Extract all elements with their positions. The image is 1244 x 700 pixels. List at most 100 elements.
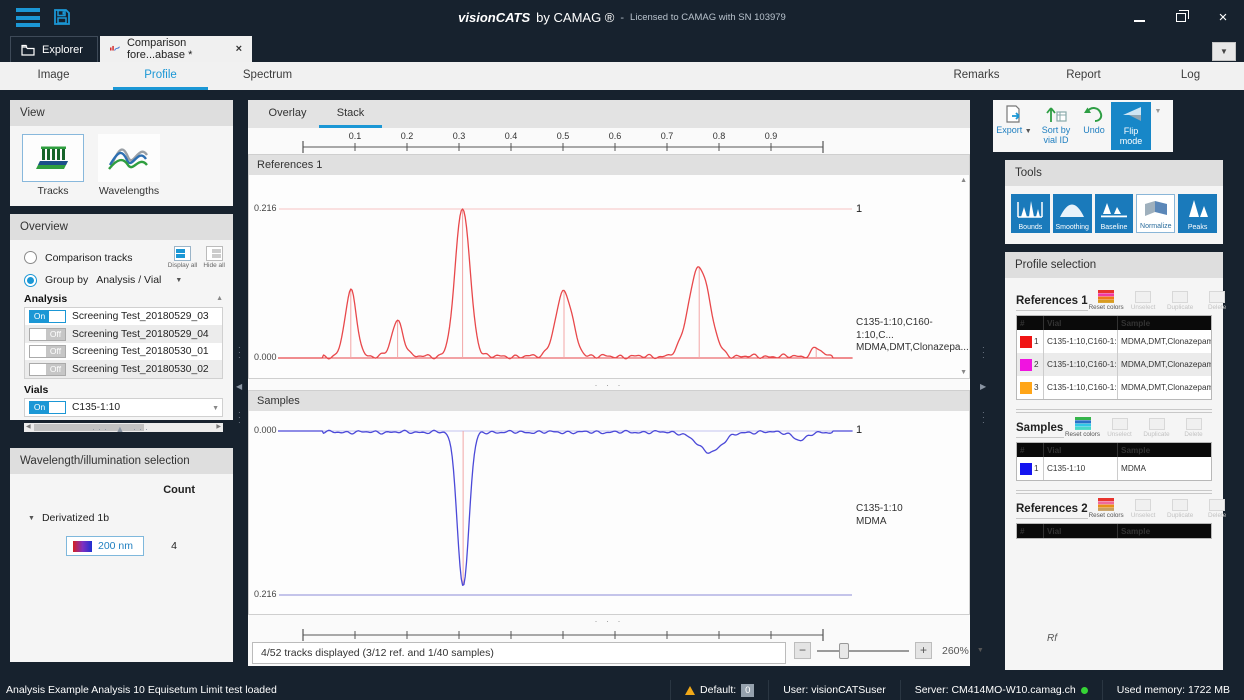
track-number: 1: [856, 424, 862, 436]
y-min-label: 0.000: [254, 425, 277, 435]
tab-image[interactable]: Image: [0, 62, 107, 90]
analysis-toggle[interactable]: On: [29, 310, 66, 323]
zoom-level-select[interactable]: 260% ▼: [942, 645, 984, 657]
references1-table: # Vial Sample 1 C135-1:10,C160-1:10,C1 M…: [1016, 315, 1212, 400]
color-swatch[interactable]: [1020, 336, 1032, 348]
analysis-list-item[interactable]: OffScreening Test_20180530_02: [25, 360, 222, 378]
peaks-tool-button[interactable]: Peaks: [1178, 194, 1217, 233]
minimize-button[interactable]: [1118, 0, 1160, 35]
delete-button[interactable]: Delete: [1199, 499, 1236, 519]
duplicate-button[interactable]: Duplicate: [1162, 291, 1199, 311]
chart-vertical-scrollbar[interactable]: ▲ ▼: [957, 175, 968, 378]
server-status[interactable]: Server: CM414MO-W10.camag.ch: [900, 680, 1102, 700]
vials-list-label: Vials: [24, 384, 48, 396]
duplicate-button[interactable]: Duplicate: [1138, 418, 1175, 438]
delete-button[interactable]: Delete: [1199, 291, 1236, 311]
tab-report[interactable]: Report: [1030, 62, 1137, 90]
default-printer-status[interactable]: Default: 0: [670, 680, 768, 700]
flip-mode-button[interactable]: Flipmode: [1111, 102, 1151, 150]
server-online-icon: [1081, 687, 1088, 694]
chart-splitter[interactable]: · · ·: [248, 380, 970, 390]
derivatized-group-row[interactable]: ▼ Derivatized 1b: [28, 512, 109, 524]
tracks-view-button[interactable]: Tracks: [22, 134, 84, 197]
tab-profile[interactable]: Profile: [107, 62, 214, 90]
smoothing-tool-button[interactable]: Smoothing: [1053, 194, 1092, 233]
color-swatch[interactable]: [1020, 382, 1032, 394]
analysis-toggle[interactable]: Off: [29, 345, 66, 358]
table-row[interactable]: 1 C135-1:10,C160-1:10,C1 MDMA,DMT,Clonaz…: [1017, 330, 1211, 353]
hide-all-button[interactable]: Hide all: [203, 246, 225, 270]
group-by-radio[interactable]: [24, 274, 37, 287]
comparison-icon: [110, 44, 120, 54]
undo-button[interactable]: Undo: [1077, 100, 1111, 135]
scroll-up-icon[interactable]: ▲: [960, 177, 967, 184]
table-row[interactable]: 1 C135-1:10 MDMA: [1017, 457, 1211, 480]
baseline-tool-button[interactable]: Baseline: [1095, 194, 1134, 233]
unselect-button[interactable]: Unselect: [1101, 418, 1138, 438]
toolbar-overflow-icon[interactable]: ▼: [1151, 100, 1165, 115]
bounds-tool-button[interactable]: Bounds: [1011, 194, 1050, 233]
wavelengths-view-button[interactable]: Wavelengths: [98, 134, 160, 197]
normalize-tool-button[interactable]: Normalize: [1136, 194, 1175, 233]
tab-comparison-document[interactable]: Comparison fore...abase * ×: [100, 36, 252, 62]
analysis-toggle[interactable]: Off: [29, 363, 66, 376]
table-header-row: # Vial Sample: [1017, 524, 1211, 538]
track-label: C135-1:10,C160-1:10,C... MDMA,DMT,Clonaz…: [856, 317, 968, 355]
reset-colors-button[interactable]: Reset colors: [1088, 290, 1125, 311]
duplicate-button[interactable]: Duplicate: [1162, 499, 1199, 519]
left-splitter[interactable]: ··· ◀ ···: [234, 90, 247, 666]
section-splitter[interactable]: [1016, 409, 1212, 413]
tab-explorer[interactable]: Explorer: [10, 36, 98, 62]
export-button[interactable]: Export ▼: [993, 100, 1035, 135]
scroll-down-icon[interactable]: ▼: [212, 405, 219, 412]
analysis-toggle[interactable]: Off: [29, 328, 66, 341]
color-swatch[interactable]: [1020, 463, 1032, 475]
restore-button[interactable]: [1160, 0, 1202, 35]
user-status: User: visionCATSuser: [768, 680, 900, 700]
color-swatch[interactable]: [1020, 359, 1032, 371]
zoom-in-button[interactable]: +: [915, 642, 932, 659]
tab-stack[interactable]: Stack: [319, 100, 382, 128]
samples-chart[interactable]: 0.000 0.216 1 C135-1:10 MDMA: [249, 411, 969, 614]
tab-log[interactable]: Log: [1137, 62, 1244, 90]
zoom-slider-handle[interactable]: [839, 643, 849, 659]
display-all-button[interactable]: Display all: [168, 246, 198, 270]
reset-colors-button[interactable]: Reset colors: [1088, 498, 1125, 519]
close-button[interactable]: ×: [1202, 0, 1244, 35]
analysis-list-item[interactable]: OffScreening Test_20180530_01: [25, 343, 222, 361]
collapse-right-icon[interactable]: ▶: [980, 382, 986, 391]
tab-close-icon[interactable]: ×: [236, 43, 242, 55]
scroll-up-icon[interactable]: ▲: [216, 295, 223, 302]
reset-colors-button[interactable]: Reset colors: [1064, 417, 1101, 438]
zoom-slider[interactable]: [817, 650, 909, 652]
group-by-dropdown[interactable]: Analysis / Vial ▼: [96, 274, 182, 286]
chart-splitter[interactable]: · · ·: [248, 616, 970, 626]
track-label: C135-1:10 MDMA: [856, 503, 968, 528]
sort-by-vial-id-button[interactable]: Sort byvial ID: [1035, 100, 1077, 146]
unselect-button[interactable]: Unselect: [1125, 499, 1162, 519]
scroll-down-icon[interactable]: ▼: [960, 369, 967, 376]
references1-chart[interactable]: 0.216 0.000 1 C135-1:10,C160-1:10,C... M…: [249, 175, 969, 378]
panel-collapse-handle[interactable]: ··· ▲ ···: [10, 424, 233, 438]
tab-spectrum[interactable]: Spectrum: [214, 62, 321, 90]
unselect-button[interactable]: Unselect: [1125, 291, 1162, 311]
overview-panel-title: Overview: [10, 214, 233, 240]
svg-text:0.6: 0.6: [609, 131, 622, 141]
analysis-list-item[interactable]: OnScreening Test_20180529_03: [25, 308, 222, 326]
vial-toggle[interactable]: On: [29, 401, 66, 414]
tab-overlay[interactable]: Overlay: [256, 100, 319, 128]
section-splitter[interactable]: [1016, 490, 1212, 494]
delete-button[interactable]: Delete: [1175, 418, 1212, 438]
wavelength-chip-200nm[interactable]: 200 nm: [66, 536, 144, 556]
table-row[interactable]: 2 C135-1:10,C160-1:10,C1 MDMA,DMT,Clonaz…: [1017, 353, 1211, 376]
analysis-list-item[interactable]: OffScreening Test_20180529_04: [25, 325, 222, 343]
collapse-left-icon[interactable]: ◀: [236, 382, 242, 391]
right-splitter[interactable]: ··· ▶ ···: [978, 90, 991, 666]
comparison-tracks-radio[interactable]: [24, 251, 37, 264]
tab-overflow-button[interactable]: ▼: [1212, 42, 1236, 61]
duplicate-icon: [1172, 499, 1188, 511]
zoom-out-button[interactable]: −: [794, 642, 811, 659]
table-row[interactable]: 3 C135-1:10,C160-1:10,C1 MDMA,DMT,Clonaz…: [1017, 376, 1211, 399]
tab-remarks[interactable]: Remarks: [923, 62, 1030, 90]
vial-list-item[interactable]: OnC135-1:10: [25, 399, 222, 417]
